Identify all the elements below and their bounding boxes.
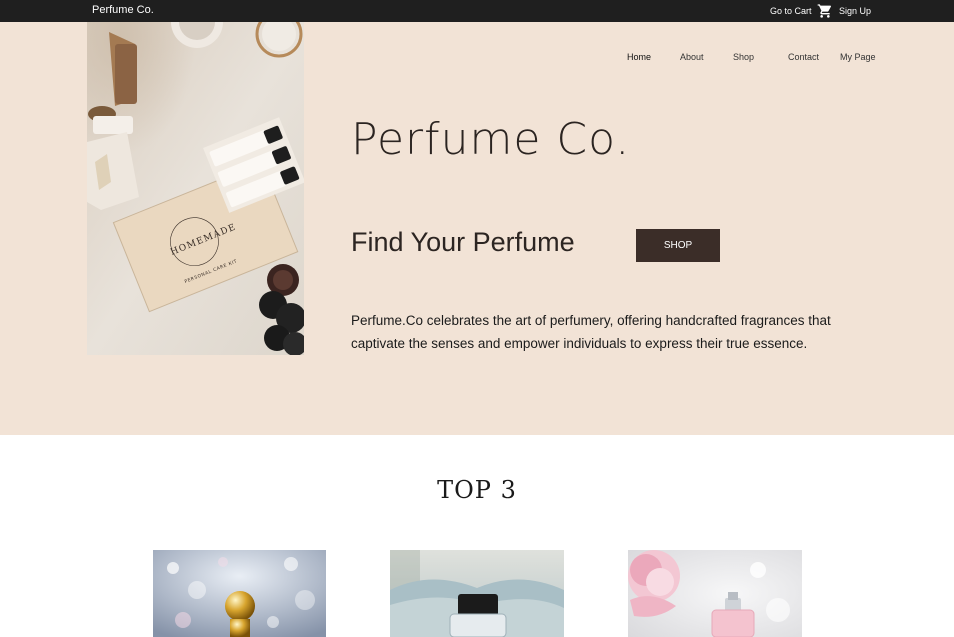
go-to-cart-link[interactable]: Go to Cart xyxy=(770,6,812,16)
nav-home[interactable]: Home xyxy=(627,52,651,62)
nav-my-page[interactable]: My Page xyxy=(840,52,876,62)
nav-about[interactable]: About xyxy=(680,52,704,62)
hero-tagline: Find Your Perfume xyxy=(351,227,575,257)
hero-title: Perfume Co. xyxy=(351,114,631,165)
hero-image: HOMEMADE PERSONAL CARE KIT xyxy=(87,22,304,355)
section-title: TOP 3 xyxy=(437,476,517,504)
nav-shop[interactable]: Shop xyxy=(733,52,754,62)
shop-button[interactable]: SHOP xyxy=(636,229,720,262)
product-image-2[interactable] xyxy=(390,550,564,637)
product-image-1[interactable] xyxy=(153,550,326,637)
hero-section: HOMEMADE PERSONAL CARE KIT Home About Sh… xyxy=(0,22,954,435)
nav-contact[interactable]: Contact xyxy=(788,52,819,62)
shopping-cart-icon[interactable] xyxy=(816,3,834,19)
hero-description: Perfume.Co celebrates the art of perfume… xyxy=(351,313,831,351)
sign-up-link[interactable]: Sign Up xyxy=(839,6,871,16)
product-image-3[interactable] xyxy=(628,550,802,637)
top-bar: Perfume Co. Go to Cart Sign Up xyxy=(0,0,954,22)
brand-logo[interactable]: Perfume Co. xyxy=(92,4,154,16)
